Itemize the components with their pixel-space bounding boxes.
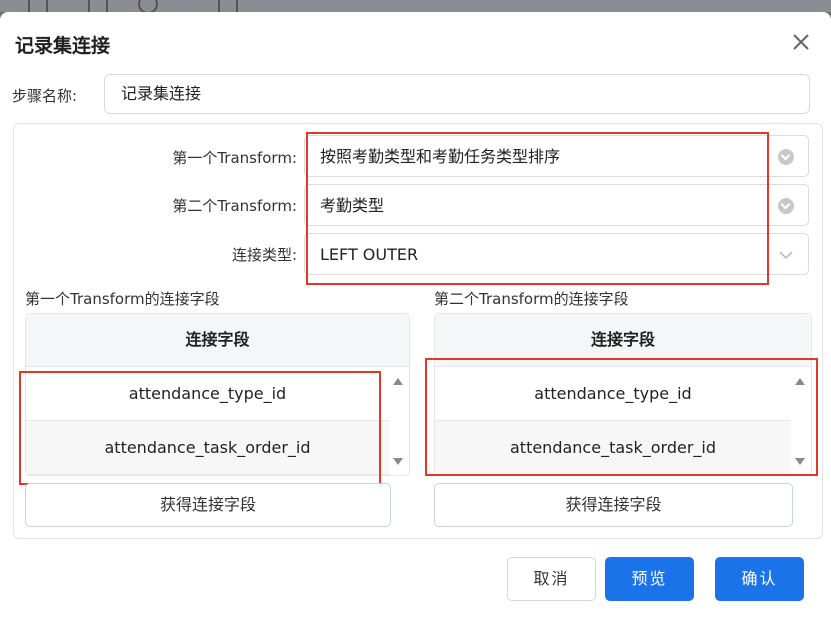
cancel-button[interactable]: 取消 bbox=[507, 557, 596, 601]
confirm-button[interactable]: 确认 bbox=[715, 557, 804, 601]
scroll-down-icon[interactable] bbox=[393, 458, 403, 465]
first-transform-select[interactable]: 按照考勤类型和考勤任务类型排序 bbox=[304, 135, 809, 177]
second-transform-value: 考勤类型 bbox=[320, 196, 385, 215]
clear-icon[interactable] bbox=[778, 149, 794, 165]
first-transform-label: 第一个Transform: bbox=[172, 149, 297, 167]
close-button[interactable] bbox=[789, 30, 813, 54]
first-transform-value: 按照考勤类型和考勤任务类型排序 bbox=[320, 147, 561, 166]
step-name-input[interactable]: 记录集连接 bbox=[104, 74, 810, 114]
clear-icon[interactable] bbox=[778, 198, 794, 214]
second-transform-select[interactable]: 考勤类型 bbox=[304, 184, 809, 226]
second-transform-label: 第二个Transform: bbox=[172, 197, 297, 215]
right-join-fields-grid: 连接字段 attendance_type_id attendance_task_… bbox=[434, 313, 812, 476]
table-row[interactable]: attendance_type_id bbox=[26, 367, 389, 421]
scroll-up-icon[interactable] bbox=[393, 378, 403, 385]
table-row[interactable]: attendance_type_id bbox=[435, 367, 791, 421]
get-right-fields-button[interactable]: 获得连接字段 bbox=[434, 483, 793, 527]
join-type-select[interactable]: LEFT OUTER bbox=[304, 233, 809, 275]
table-row[interactable]: attendance_task_order_id bbox=[435, 421, 791, 475]
left-grid-header: 连接字段 bbox=[26, 314, 409, 367]
scroll-down-icon[interactable] bbox=[795, 458, 805, 465]
join-type-label: 连接类型: bbox=[231, 246, 297, 264]
right-fields-label: 第二个Transform的连接字段 bbox=[434, 290, 629, 308]
background-toolbar bbox=[0, 0, 831, 14]
left-fields-label: 第一个Transform的连接字段 bbox=[25, 290, 220, 308]
table-row[interactable]: attendance_task_order_id bbox=[26, 421, 389, 475]
step-name-label: 步骤名称: bbox=[12, 87, 78, 105]
chevron-down-icon bbox=[779, 251, 793, 260]
join-type-value: LEFT OUTER bbox=[320, 245, 419, 264]
get-left-fields-button[interactable]: 获得连接字段 bbox=[25, 483, 391, 527]
dialog-title: 记录集连接 bbox=[15, 35, 111, 57]
left-join-fields-grid: 连接字段 attendance_type_id attendance_task_… bbox=[25, 313, 410, 476]
right-grid-header: 连接字段 bbox=[435, 314, 811, 367]
preview-button[interactable]: 预览 bbox=[605, 557, 694, 601]
record-join-dialog: 记录集连接 步骤名称: 记录集连接 第一个Transform: 按照考勤类型和考… bbox=[0, 12, 831, 631]
scroll-up-icon[interactable] bbox=[795, 378, 805, 385]
close-icon bbox=[793, 34, 809, 50]
